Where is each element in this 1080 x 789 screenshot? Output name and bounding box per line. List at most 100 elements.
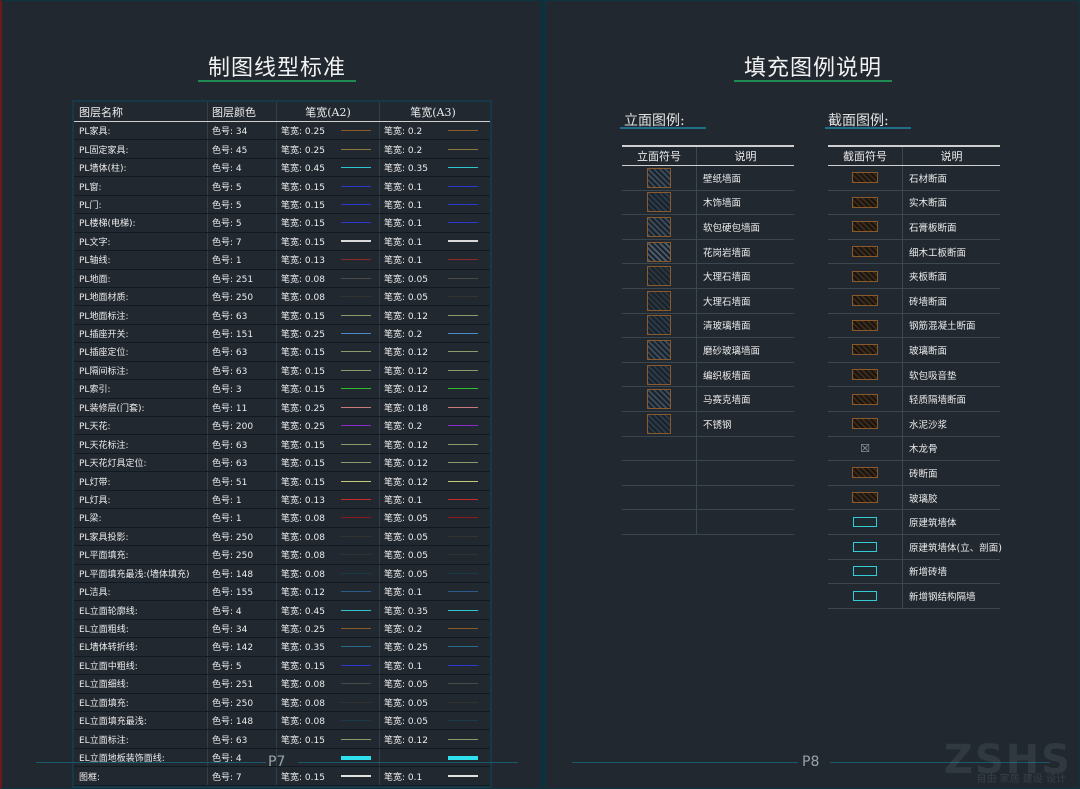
pen-width-a2: 笔宽: 0.25 [277, 140, 380, 158]
list-item [622, 510, 794, 535]
legend-symbol [828, 338, 903, 362]
pen-width-a3-text: 笔宽: 0.05 [384, 698, 428, 709]
legend-symbol [622, 362, 697, 387]
line-sample [341, 259, 371, 261]
layer-color-text: 色号: 1 [212, 514, 242, 525]
layer-name-text: PL天花: [79, 422, 111, 433]
table-row: PL墙体(柱): 色号: 4 笔宽: 0.45 笔宽: 0.35 [74, 158, 490, 178]
pen-width-a3-text: 笔宽: 0.05 [384, 551, 428, 562]
legend-description: 清玻璃墙面 [703, 321, 751, 333]
line-sample [341, 664, 371, 666]
line-sample [341, 277, 371, 279]
pen-width-a2-text: 笔宽: 0.15 [281, 385, 325, 396]
layer-color: 色号: 250 [208, 527, 277, 546]
pen-width-a2: 笔宽: 0.15 [277, 453, 380, 472]
table-row: PL平面填充: 色号: 250 笔宽: 0.08 笔宽: 0.05 [74, 546, 490, 565]
line-sample [341, 148, 371, 150]
line-sample [341, 130, 371, 132]
hatch-swatch-icon [647, 315, 671, 336]
table-row: PL插座开关: 色号: 151 笔宽: 0.25 笔宽: 0.2 [74, 324, 490, 344]
list-item: 软包硬包墙面 [622, 215, 794, 240]
pen-width-a2-text: 笔宽: 0.45 [281, 606, 325, 617]
pen-width-a2: 笔宽: 0.25 [277, 324, 380, 343]
layer-color-text: 色号: 11 [212, 403, 248, 414]
list-item: 砖墙断面 [828, 288, 1000, 314]
layer-name-text: PL轴线: [79, 256, 111, 267]
line-sample [341, 683, 371, 685]
layer-name-text: PL文字: [79, 237, 111, 248]
list-item: 木饰墙面 [622, 190, 794, 216]
legend-symbol [622, 313, 697, 338]
layer-name: PL灯具: [74, 490, 208, 509]
line-sample [448, 498, 478, 500]
legend-description [697, 461, 794, 485]
layer-name: PL轴线: [74, 251, 208, 269]
layer-color-text: 色号: 151 [212, 330, 254, 341]
pen-width-a2: 笔宽: 0.08 [277, 269, 380, 287]
list-item: 夹板断面 [828, 264, 1000, 289]
pen-width-a2-text: 笔宽: 0.08 [281, 514, 325, 525]
header-layer-name: 图层名称 [74, 102, 208, 121]
layer-name-text: PL插座开关: [79, 330, 129, 341]
pen-width-a3: 笔宽: 0.2 [380, 140, 486, 157]
pen-width-a2-text: 笔宽: 0.13 [281, 256, 325, 267]
legend-description [697, 510, 794, 534]
pen-width-a2: 笔宽: 0.15 [277, 767, 380, 785]
hatch-swatch-icon [647, 389, 671, 410]
table-row: PL轴线: 色号: 1 笔宽: 0.13 笔宽: 0.1 [74, 251, 490, 270]
layer-name: PL天花灯具定位: [74, 453, 208, 472]
layer-name-text: PL天花灯具定位: [79, 459, 147, 470]
pen-width-a3: 笔宽: 0.35 [380, 601, 486, 618]
layer-name: PL家具: [74, 122, 208, 140]
layer-name: PL地面标注: [74, 306, 208, 324]
legend-description: 砖墙断面 [909, 296, 948, 308]
layer-name-text: 图框: [79, 772, 101, 783]
layer-color-text: 色号: 5 [212, 200, 242, 211]
table-row: PL天花灯具定位: 色号: 63 笔宽: 0.15 笔宽: 0.12 [74, 453, 490, 473]
layer-color: 色号: 155 [208, 582, 277, 601]
layer-color: 色号: 7 [208, 767, 277, 785]
legend-description: 钢筋混凝土断面 [909, 321, 976, 333]
layer-color-text: 色号: 155 [212, 588, 254, 599]
layer-color-text: 色号: 63 [212, 348, 248, 359]
pen-width-a3-text: 笔宽: 0.35 [384, 606, 428, 617]
layer-name: PL隔间标注: [74, 361, 208, 380]
pen-width-a2-text: 笔宽: 0.08 [281, 698, 325, 709]
line-sample [448, 296, 478, 298]
layer-color: 色号: 151 [208, 324, 277, 343]
pen-width-a2-text: 笔宽: 0.15 [281, 772, 325, 783]
pen-width-a3: 笔宽: 0.1 [380, 196, 486, 213]
layer-color: 色号: 63 [208, 361, 277, 380]
line-sample [448, 720, 478, 722]
layer-name-text: EL立面标注: [79, 735, 129, 746]
table-row: 图框: 色号: 7 笔宽: 0.15 笔宽: 0.1 [74, 767, 490, 786]
pen-width-a2-text: 笔宽: 0.25 [281, 127, 325, 138]
layer-name-text: PL灯具: [79, 495, 111, 506]
pen-width-a2: 笔宽: 0.08 [277, 693, 380, 711]
pen-width-a3-text: 笔宽: 0.12 [384, 440, 428, 451]
legend-description: 大理石墙面 [703, 296, 751, 308]
table-row: PL装修层(门套): 色号: 11 笔宽: 0.25 笔宽: 0.18 [74, 398, 490, 417]
pen-width-a3-text: 笔宽: 0.18 [384, 403, 428, 414]
legend-symbol [622, 411, 697, 436]
wall-swatch-icon [853, 541, 877, 552]
layer-color-text: 色号: 1 [212, 495, 242, 506]
list-item: 新增砖墙 [828, 559, 1000, 585]
line-sample [448, 185, 478, 187]
legend-symbol [828, 461, 903, 485]
elevation-table-body: 壁纸墙面 木饰墙面 软包硬包墙面 花岗岩墙面 大理石墙面 大理石墙面 清玻璃墙面 磨砂玻璃墙面… [622, 166, 794, 535]
pen-width-a3-text: 笔宽: 0.05 [384, 514, 428, 525]
legend-symbol [828, 559, 903, 584]
table-row: PL灯具: 色号: 1 笔宽: 0.13 笔宽: 0.1 [74, 490, 490, 510]
layer-name: PL楼梯(电梯): [74, 214, 208, 232]
legend-symbol [828, 534, 903, 559]
layer-name: PL窗: [74, 177, 208, 195]
pen-width-a3-text: 笔宽: 0.1 [384, 495, 423, 506]
layer-color-text: 色号: 45 [212, 145, 248, 156]
layer-color: 色号: 148 [208, 564, 277, 582]
elevation-table-header: 立面符号 说明 [622, 145, 794, 166]
pen-width-a2-text: 笔宽: 0.25 [281, 403, 325, 414]
line-sample [341, 738, 371, 740]
page-number-left: P7 [268, 754, 286, 770]
pen-width-a2: 笔宽: 0.13 [277, 490, 380, 509]
